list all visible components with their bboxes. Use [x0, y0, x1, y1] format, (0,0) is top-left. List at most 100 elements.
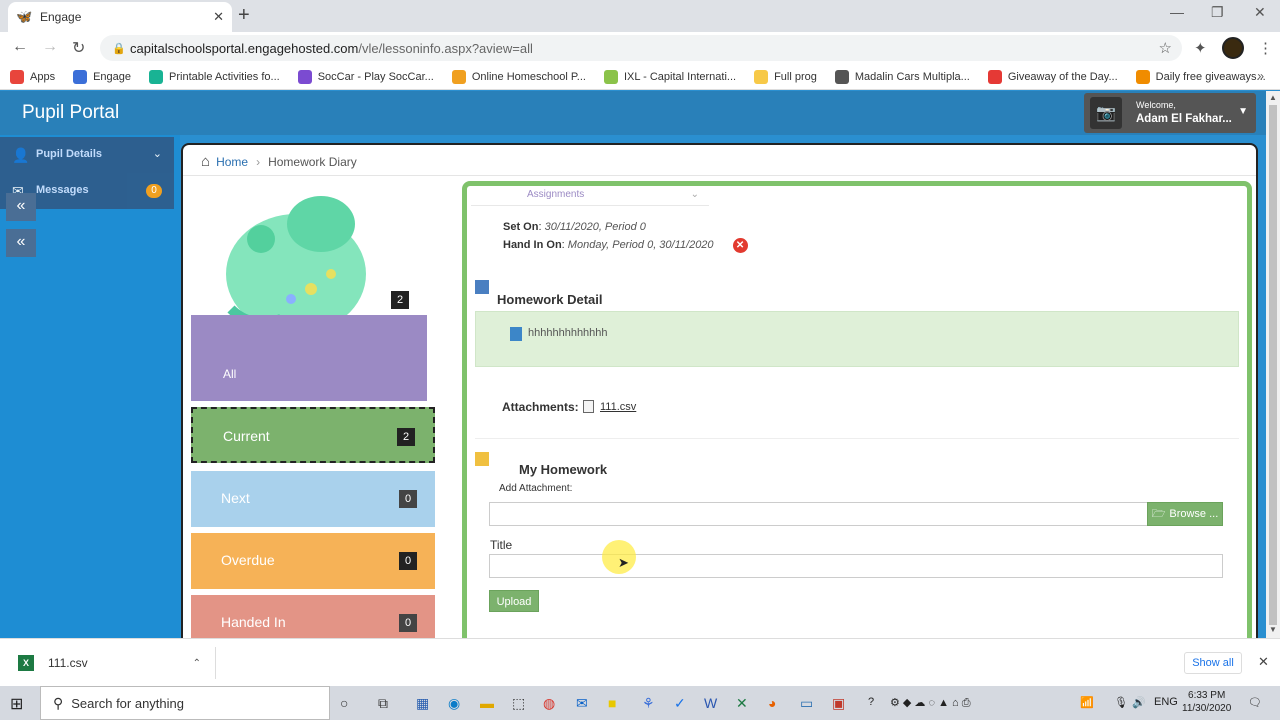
bookmark-item[interactable]: IXL - Capital Internati... — [603, 69, 736, 84]
menu-icon[interactable]: ⋮ — [1258, 39, 1273, 57]
set-on-value: 30/11/2020, Period 0 — [544, 221, 646, 233]
notifications-icon[interactable]: 🗨 — [1248, 696, 1262, 709]
extensions-icon[interactable]: ✦ — [1194, 39, 1207, 57]
assignment-panel: Assignments ⌄ Set On: 30/11/2020, Period… — [462, 181, 1252, 651]
collapse-sidebar-icon[interactable]: « — [6, 229, 36, 257]
firefox-icon[interactable]: ◕ — [768, 695, 776, 711]
scroll-up-icon[interactable]: ▲ — [1269, 93, 1277, 102]
file-path-input[interactable] — [489, 502, 1149, 526]
clock[interactable]: 6:33 PM 11/30/2020 — [1182, 689, 1231, 715]
bookmark-item[interactable]: Full prog — [754, 69, 817, 84]
attachment-filename: 111.csv — [600, 400, 637, 413]
user-name: Adam El Fakhar... — [1136, 113, 1232, 125]
bookmark-label: Madalin Cars Multipla... — [854, 70, 970, 83]
todo-icon[interactable]: ✓ — [674, 695, 686, 712]
word-icon[interactable]: W — [704, 695, 717, 711]
download-filename: 111.csv — [48, 656, 88, 670]
store-icon[interactable]: ⬚ — [512, 695, 525, 712]
back-button[interactable]: ← — [12, 38, 28, 56]
minimize-button[interactable]: — — [1170, 4, 1184, 20]
scroll-down-icon[interactable]: ▼ — [1269, 625, 1277, 634]
profile-avatar[interactable] — [1222, 37, 1244, 59]
close-window-button[interactable]: ✕ — [1254, 4, 1266, 21]
photos-icon[interactable]: ▣ — [832, 695, 845, 712]
sticky-notes-icon[interactable]: ■ — [608, 695, 616, 711]
tray-icons[interactable]: ⚙ ◆ ☁ ◌ ▲ ⌂ ⎙ — [890, 696, 971, 710]
filter-label: Overdue — [221, 552, 275, 568]
reload-button[interactable]: ↻ — [72, 38, 85, 58]
calculator-icon[interactable]: ▦ — [416, 695, 429, 712]
user-menu[interactable]: 📷 Welcome, Adam El Fakhar... ▼ — [1084, 93, 1256, 133]
filter-next[interactable]: Next 0 — [191, 471, 435, 527]
bookmark-item[interactable]: Madalin Cars Multipla... — [834, 69, 970, 84]
bookmarks-bar: Apps Engage Printable Activities fo... SocC… — [0, 64, 1280, 90]
sidebar-item-pupil-details[interactable]: 👤 Pupil Details ⌄ — [0, 137, 174, 173]
volume-icon[interactable]: 🔊 — [1132, 696, 1146, 709]
network-icon[interactable]: 📶 — [1080, 696, 1094, 709]
page-scrollbar[interactable]: ▲ ▼ — [1266, 91, 1280, 638]
show-all-button[interactable]: Show all — [1184, 652, 1242, 674]
filter-label: Next — [221, 490, 250, 506]
windows-start-icon[interactable]: ⊞ — [10, 694, 23, 714]
chrome-icon[interactable]: ◍ — [543, 695, 555, 712]
bookmark-star-icon[interactable]: ☆ — [1159, 39, 1172, 57]
sidebar: 👤 Pupil Details ⌄ ✉ Messages « « — [0, 135, 180, 638]
chevron-down-icon: ⌄ — [690, 189, 699, 200]
filter-overdue[interactable]: Overdue 0 — [191, 533, 435, 589]
upload-button[interactable]: Upload — [489, 590, 539, 612]
filter-count: 0 — [399, 490, 417, 508]
close-tab-icon[interactable]: ✕ — [213, 9, 224, 25]
help-icon[interactable]: ? — [868, 696, 874, 708]
browse-button[interactable]: 🗁 Browse ... — [1147, 502, 1223, 526]
cortana-icon[interactable]: ○ — [340, 695, 348, 711]
filter-handed-in[interactable]: Handed In 0 — [191, 595, 435, 643]
new-tab-button[interactable]: + — [238, 4, 250, 27]
title-input[interactable] — [489, 554, 1223, 578]
messages-badge: 0 — [146, 184, 162, 198]
homework-detail-title: Homework Detail — [497, 292, 603, 307]
filter-count: 2 — [397, 428, 415, 446]
filter-all[interactable]: All 2 — [191, 291, 427, 401]
edge-icon[interactable]: ◉ — [448, 695, 460, 712]
outlook-icon[interactable]: ✉ — [576, 695, 588, 712]
bookmark-label: Printable Activities fo... — [169, 70, 280, 83]
browser-tabstrip: 🦋 Engage ✕ + — ❐ ✕ — [0, 0, 1280, 32]
bookmark-item[interactable]: Giveaway of the Day... — [987, 69, 1118, 84]
document-icon — [510, 327, 522, 341]
bookmark-item[interactable]: Online Homeschool P... — [451, 69, 586, 84]
collapse-sidebar-icon[interactable]: « — [6, 193, 36, 221]
url-field[interactable]: 🔒 capitalschoolsportal.engagehosted.com/… — [100, 35, 1182, 61]
file-explorer-icon[interactable]: ▬ — [480, 695, 494, 711]
more-bookmarks-icon[interactable]: » — [1257, 69, 1264, 83]
bookmark-item[interactable]: Daily free giveaways... — [1135, 69, 1266, 84]
breadcrumb-home-link[interactable]: Home — [216, 155, 248, 169]
forward-button[interactable]: → — [42, 38, 58, 56]
language-indicator[interactable]: ENG — [1154, 696, 1178, 708]
portal-header: Pupil Portal — [0, 91, 1266, 135]
microphone-icon[interactable]: 🎙 — [1114, 696, 1128, 709]
excel-icon[interactable]: ✕ — [736, 695, 748, 712]
bookmark-label: Daily free giveaways... — [1155, 70, 1266, 83]
download-item[interactable]: X 111.csv ⌃ — [10, 647, 216, 679]
close-circle-icon[interactable]: ✕ — [732, 238, 748, 253]
tab-assignments[interactable]: Assignments ⌄ — [471, 184, 709, 206]
bookmark-item[interactable]: Printable Activities fo... — [149, 69, 280, 84]
chevron-up-icon[interactable]: ⌃ — [193, 658, 201, 669]
bookmark-item[interactable]: Engage — [73, 69, 131, 84]
bookmark-item[interactable]: SocCar - Play SocCar... — [297, 69, 434, 84]
close-icon[interactable]: ✕ — [1258, 654, 1269, 670]
restore-button[interactable]: ❐ — [1211, 4, 1224, 21]
folder-icon — [475, 452, 489, 466]
butterfly-app-icon[interactable]: ⚘ — [642, 695, 655, 712]
scrollbar-thumb[interactable] — [1269, 105, 1277, 625]
browser-tab[interactable]: 🦋 Engage ✕ — [8, 2, 232, 32]
taskbar: ⊞ ⚲ Search for anything ○ ⧉ ▦ ◉ ▬ ⬚ ◍ ✉ … — [0, 686, 1280, 720]
notepad-icon[interactable]: ▭ — [800, 695, 813, 712]
task-view-icon[interactable]: ⧉ — [378, 695, 388, 712]
bookmark-item[interactable]: Apps — [10, 69, 55, 84]
tab-label: Assignments — [527, 189, 585, 200]
filter-current[interactable]: Current 2 — [191, 407, 435, 463]
taskbar-search[interactable]: ⚲ Search for anything — [40, 686, 330, 720]
filter-count: 0 — [399, 614, 417, 632]
attachment-link[interactable]: 111.csv — [583, 400, 636, 413]
